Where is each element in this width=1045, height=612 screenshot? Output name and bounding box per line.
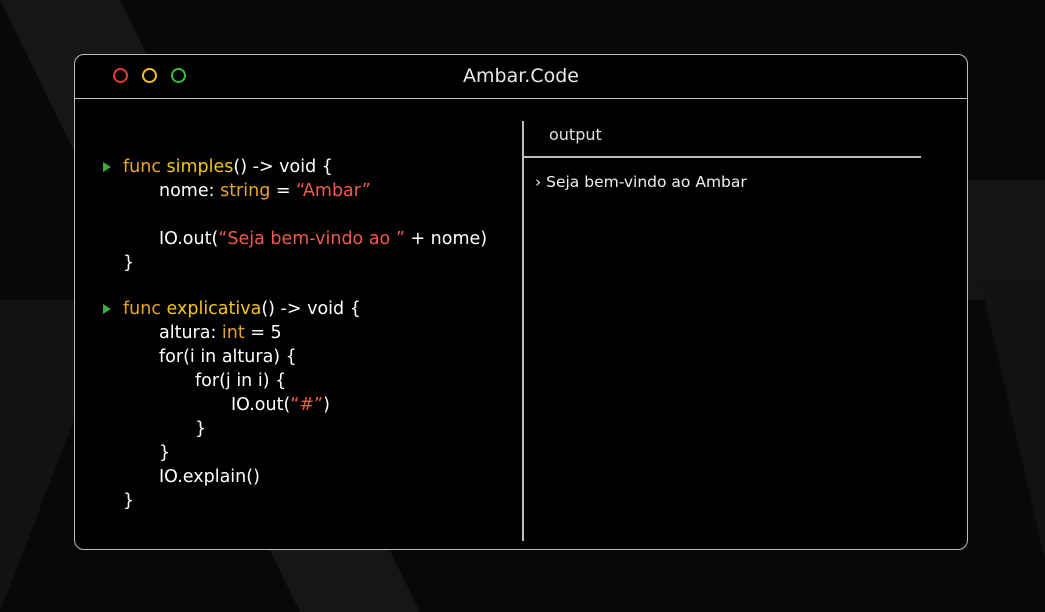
code-line: } <box>123 489 134 513</box>
code-token: = <box>270 181 297 201</box>
output-line: › Seja bem-vindo ao Ambar <box>535 173 747 191</box>
code-token: explicativa <box>166 299 262 319</box>
code-line: func explicativa() -> void { <box>123 297 361 321</box>
run-function-icon[interactable] <box>103 162 111 172</box>
code-token: = 5 <box>244 323 282 343</box>
code-token: + nome) <box>404 229 488 249</box>
title-bar: Ambar.Code <box>75 55 967 99</box>
code-token: IO.out( <box>231 395 291 415</box>
code-token: } <box>123 491 135 511</box>
output-separator <box>523 156 921 158</box>
code-line: for(j in i) { <box>195 369 286 393</box>
code-token: simples <box>166 157 234 177</box>
code-token: } <box>159 443 171 463</box>
code-token: func <box>123 157 167 177</box>
code-token: “Seja bem-vindo ao ” <box>218 229 405 249</box>
code-line: func simples() -> void { <box>123 155 333 179</box>
code-line: } <box>195 417 206 441</box>
code-token: } <box>195 419 207 439</box>
code-token: ) <box>323 395 330 415</box>
code-line: nome: string = “Ambar” <box>159 179 371 203</box>
code-token: string <box>220 181 271 201</box>
code-line: IO.explain() <box>159 465 260 489</box>
code-window: Ambar.Code func simples() -> void {nome:… <box>74 54 968 550</box>
code-line: } <box>123 251 134 275</box>
code-line: for(i in altura) { <box>159 345 297 369</box>
code-token: nome: <box>159 181 221 201</box>
code-token: () -> void { <box>233 157 333 177</box>
code-line: } <box>159 441 170 465</box>
code-line: altura: int = 5 <box>159 321 282 345</box>
window-title: Ambar.Code <box>463 65 579 87</box>
code-line: IO.out(“#”) <box>231 393 330 417</box>
run-function-icon[interactable] <box>103 304 111 314</box>
code-token: “#” <box>290 395 324 415</box>
code-token: for(i in altura) { <box>159 347 297 367</box>
code-token: “Ambar” <box>296 181 371 201</box>
code-token: } <box>123 253 135 273</box>
code-token: altura: <box>159 323 222 343</box>
code-token: int <box>221 323 245 343</box>
code-token: IO.out( <box>159 229 219 249</box>
code-token: func <box>123 299 167 319</box>
output-header: output <box>549 125 602 144</box>
pane-divider[interactable] <box>522 121 524 541</box>
code-token: IO.explain() <box>159 467 260 487</box>
code-editor[interactable]: func simples() -> void {nome: string = “… <box>103 155 523 535</box>
code-line: IO.out(“Seja bem-vindo ao ” + nome) <box>159 227 487 251</box>
code-token: () -> void { <box>261 299 361 319</box>
code-token: for(j in i) { <box>195 371 287 391</box>
